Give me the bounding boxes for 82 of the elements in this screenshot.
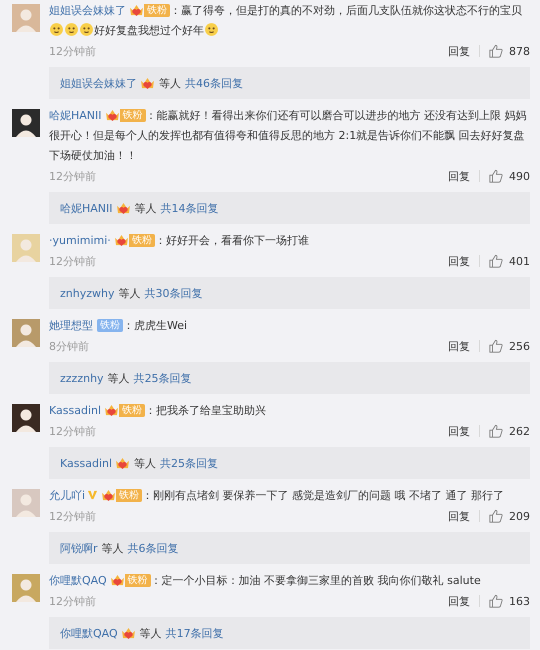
like-count: 878 (509, 44, 530, 58)
comment-time: 12分钟前 (49, 168, 97, 184)
thumbs-up-icon[interactable] (489, 594, 503, 608)
fan-badge: 铁粉 (144, 4, 170, 17)
crown-icon (110, 575, 125, 586)
others-label: 等人 (134, 200, 157, 216)
fan-badge: 铁粉 (128, 234, 155, 247)
username[interactable]: 你哩默QAQ (49, 574, 107, 587)
comment-time: 12分钟前 (49, 594, 97, 608)
crown-icon (104, 110, 120, 121)
comment-text: 允儿吖i 铁粉 ：刚刚有点堵剑 要保养一下了 感觉是造剑厂的问题 哦 不堵了 通了 那行了 (49, 488, 506, 504)
thumbs-up-icon[interactable] (489, 509, 503, 523)
comment-text: 哈妮HANII 铁粉 ：能赢就好！看得出来你们还有可以磨合可以进步的地方 还没有达到上限 妈妈很开心！但是每个人的发挥也都有值得夸和值得反思的地方 2:1就是告诉你们不能飘 回去好好复盘下场硬仗加油！！ (49, 108, 528, 164)
username[interactable]: ·yumimimi· (49, 234, 111, 247)
reply-username[interactable]: 哈妮HANII (60, 200, 113, 216)
reply-count-link[interactable]: 共14条回复 (160, 200, 219, 216)
comment-text: ·yumimimi· 铁粉 ：好好开会，看看你下一场打谁 (49, 233, 310, 249)
comment-time: 12分钟前 (49, 424, 97, 438)
reply-username[interactable]: Kassadinl (60, 456, 112, 470)
others-label: 等人 (102, 540, 124, 556)
username[interactable]: 哈妮HANII (49, 109, 102, 122)
fan-badge: 铁粉 (97, 319, 123, 332)
reply-username[interactable]: znhyzwhy (60, 286, 114, 300)
others-label: 等人 (134, 456, 156, 470)
thumbs-up-icon[interactable] (489, 339, 503, 353)
fan-badge: 铁粉 (120, 109, 146, 122)
crown-icon (129, 5, 144, 16)
comment-time: 8分钟前 (49, 338, 90, 354)
reply-username[interactable]: 姐姐误会妹妹了 (60, 76, 137, 90)
reply-link[interactable]: 回复 (448, 168, 470, 184)
like-count: 209 (509, 510, 530, 522)
comment-text: 姐姐误会妹妹了 铁粉 ：赢了得夸，但是打的真的不对劲，后面几支队伍就你这状态不行的宝贝 好好复盘我想过个好年 (49, 3, 523, 39)
reply-count-link[interactable]: 共46条回复 (185, 76, 243, 90)
emoji-icon (49, 22, 64, 37)
emoji-icon (204, 22, 219, 37)
reply-link[interactable]: 回复 (448, 44, 470, 58)
reply-count-link[interactable]: 共25条回复 (134, 370, 192, 386)
like-count: 401 (509, 254, 530, 268)
reply-link[interactable]: 回复 (448, 508, 470, 524)
like-count: 262 (509, 424, 530, 438)
like-count: 163 (509, 594, 530, 608)
thumbs-up-icon[interactable] (489, 169, 503, 183)
reply-link[interactable]: 回复 (448, 254, 470, 268)
reply-count-link[interactable]: 共6条回复 (128, 540, 179, 556)
comment-text: 你哩默QAQ 铁粉 ：定一个小目标：加油 不要拿御三家里的首败 我向你们敬礼 salute (49, 573, 482, 589)
comment-time: 12分钟前 (49, 254, 97, 268)
reply-username[interactable]: 阿锐啊r (60, 540, 98, 556)
others-label: 等人 (140, 626, 162, 640)
fan-badge: 铁粉 (124, 574, 151, 587)
reply-link[interactable]: 回复 (448, 424, 470, 438)
comment-time: 12分钟前 (49, 44, 97, 58)
crown-icon (114, 235, 129, 246)
avatar[interactable] (12, 404, 40, 432)
others-label: 等人 (108, 370, 130, 386)
crown-icon (104, 405, 120, 416)
reply-count-link[interactable]: 共25条回复 (160, 456, 218, 470)
thumbs-up-icon[interactable] (489, 254, 503, 268)
avatar[interactable] (12, 109, 40, 137)
comment-text: 她理想型 铁粉 ：虎虎生Wei (49, 318, 188, 334)
reply-username[interactable]: zzzznhy (60, 372, 104, 384)
like-count: 490 (509, 170, 530, 182)
thumbs-up-icon[interactable] (489, 44, 503, 58)
reply-username[interactable]: 你哩默QAQ (60, 626, 118, 640)
comment-text: Kassadinl 铁粉 ：把我杀了给皇宝助助兴 (49, 403, 268, 419)
thumbs-up-icon[interactable] (489, 424, 503, 438)
fan-badge: 铁粉 (116, 489, 142, 502)
reply-link[interactable]: 回复 (448, 338, 470, 354)
others-label: 等人 (159, 76, 181, 90)
username[interactable]: 姐姐误会妹妹了 (49, 4, 126, 17)
reply-count-link[interactable]: 共17条回复 (166, 626, 224, 640)
username[interactable]: 允儿吖i (49, 489, 86, 502)
emoji-icon (79, 22, 94, 37)
reply-count-link[interactable]: 共30条回复 (144, 286, 202, 300)
others-label: 等人 (118, 286, 140, 300)
like-count: 256 (509, 340, 530, 352)
emoji-icon (64, 22, 79, 37)
comment-time: 12分钟前 (49, 508, 97, 524)
username[interactable]: 她理想型 (49, 319, 93, 332)
username[interactable]: Kassadinl (49, 404, 102, 417)
reply-link[interactable]: 回复 (448, 594, 470, 608)
crown-icon (101, 490, 116, 501)
fan-badge: 铁粉 (119, 404, 146, 417)
